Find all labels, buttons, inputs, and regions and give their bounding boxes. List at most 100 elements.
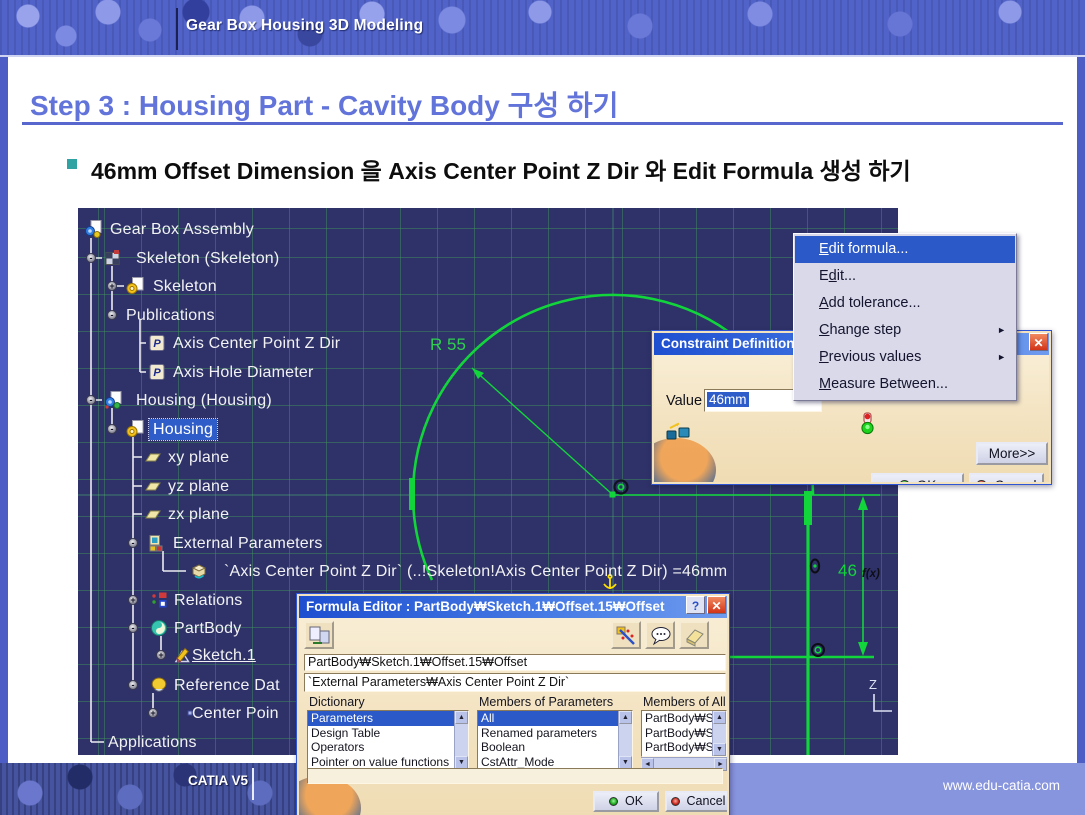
footer-brand: CATIA V5 [188, 773, 248, 788]
slide: Gear Box Housing 3D Modeling Step 3 : Ho… [0, 0, 1085, 815]
right-border [1077, 0, 1085, 763]
tree-item[interactable]: Gear Box Assembly [110, 219, 254, 240]
tree-item[interactable]: Applications [108, 732, 197, 753]
partbody-icon [150, 619, 168, 637]
help-icon[interactable]: ? [686, 596, 705, 614]
collapse-icon[interactable]: - [128, 623, 138, 633]
expand-icon[interactable]: + [156, 650, 166, 660]
list-item[interactable]: Boolean [478, 740, 632, 755]
tree-item[interactable]: PartBody [174, 618, 241, 639]
close-icon[interactable]: ✕ [707, 596, 726, 614]
collapse-icon[interactable]: - [86, 253, 96, 263]
vertical-scrollbar[interactable]: ▲▼ [712, 711, 726, 756]
collapse-icon[interactable]: - [128, 538, 138, 548]
tree-item[interactable]: zx plane [168, 504, 229, 525]
menu-item-add-tolerance[interactable]: Add tolerance... [795, 290, 1015, 317]
sketch-icon [173, 646, 191, 664]
menu-item-measure-between[interactable]: Measure Between... [795, 371, 1015, 398]
param-icon: P [148, 363, 166, 381]
tree-item[interactable]: Sketch.1 [192, 645, 256, 666]
tree-item[interactable]: Axis Center Point Z Dir [173, 333, 340, 354]
tree-item[interactable]: Reference Dat [174, 675, 280, 696]
language-bubble-icon[interactable] [645, 621, 675, 649]
cancel-button[interactable]: Cancel [665, 791, 727, 812]
tree-item[interactable]: Housing (Housing) [136, 390, 272, 411]
list-item[interactable]: Renamed parameters [478, 726, 632, 741]
tree-item[interactable]: Publications [126, 305, 215, 326]
menu-item-previous-values[interactable]: Previous values► [795, 344, 1015, 371]
product-icon [84, 220, 102, 238]
tree-item[interactable]: Center Poin [192, 703, 279, 724]
submenu-arrow-icon: ► [997, 317, 1006, 344]
vertical-scrollbar[interactable]: ▲▼ [454, 711, 468, 769]
tree-item[interactable]: Skeleton [153, 276, 217, 297]
list-item[interactable]: CstAttr_Mode [478, 755, 632, 770]
submenu-arrow-icon: ► [997, 344, 1006, 371]
menu-item-edit-formula[interactable]: Edit formula... [795, 236, 1015, 263]
collapse-icon[interactable]: - [128, 680, 138, 690]
top-banner: Gear Box Housing 3D Modeling [0, 0, 1085, 57]
tree-item[interactable]: yz plane [168, 476, 229, 497]
collapse-icon[interactable]: - [86, 395, 96, 405]
list-item[interactable]: Parameters [308, 711, 468, 726]
svg-text:P: P [153, 367, 161, 379]
ok-button[interactable]: OK [593, 791, 659, 812]
left-border [0, 0, 8, 763]
extparam-icon [190, 562, 208, 580]
footer-divider [252, 768, 254, 800]
ok-ball-icon [609, 797, 618, 806]
result-field[interactable] [307, 768, 723, 784]
value-label: Value [666, 393, 702, 409]
tree-item[interactable]: xy plane [168, 447, 229, 468]
dialog-title: Formula Editor : PartBody₩Sketch.1₩Offse… [299, 596, 727, 618]
status-light-icon [859, 411, 875, 442]
footer-website[interactable]: www.edu-catia.com [943, 778, 1060, 793]
wizard-icon[interactable] [611, 621, 641, 649]
tree-item[interactable]: Relations [174, 590, 243, 611]
tree-item[interactable]: Skeleton (Skeleton) [136, 248, 279, 269]
import-icon[interactable] [304, 621, 334, 649]
list-members-of-all[interactable]: PartBody₩SkPartBody₩SkPartBody₩Sk▲▼ [641, 710, 727, 757]
list-item[interactable]: Pointer on value functions [308, 755, 468, 770]
ok-button[interactable]: OK [871, 473, 964, 482]
plane-icon [144, 448, 162, 466]
scroll-up-icon[interactable]: ▲ [455, 711, 468, 724]
expand-icon[interactable]: + [107, 281, 117, 291]
expand-icon[interactable]: + [128, 595, 138, 605]
svg-text:P: P [153, 338, 161, 350]
scroll-up-icon[interactable]: ▲ [713, 711, 726, 724]
menu-item-change-step[interactable]: Change step► [795, 317, 1015, 344]
scroll-down-icon[interactable]: ▼ [713, 743, 726, 756]
component-icon [104, 249, 122, 267]
column-header: Dictionary [309, 695, 365, 709]
scroll-up-icon[interactable]: ▲ [619, 711, 632, 724]
title-underline [22, 122, 1063, 125]
list-item[interactable]: Design Table [308, 726, 468, 741]
tree-item[interactable]: External Parameters [173, 533, 323, 554]
more-button[interactable]: More>> [976, 442, 1048, 465]
menu-item-edit[interactable]: Edit... [795, 263, 1015, 290]
list-members-of-parameters[interactable]: AllRenamed parametersBooleanCstAttr_Mode… [477, 710, 633, 770]
formula-field[interactable]: `External Parameters₩Axis Center Point Z… [304, 673, 726, 692]
column-header: Members of All [643, 695, 726, 709]
banner-title: Gear Box Housing 3D Modeling [186, 17, 423, 35]
cancel-button[interactable]: Cancel [969, 473, 1044, 482]
collapse-icon[interactable]: - [107, 424, 117, 434]
list-item[interactable]: Operators [308, 740, 468, 755]
page-title: Step 3 : Housing Part - Cavity Body 구성 하… [30, 84, 618, 124]
expand-icon[interactable]: + [148, 708, 158, 718]
tree-item[interactable]: Housing [149, 419, 217, 440]
expression-field[interactable]: PartBody₩Sketch.1₩Offset.15₩Offset [304, 654, 726, 671]
list-dictionary[interactable]: ParametersDesign TableOperatorsPointer o… [307, 710, 469, 770]
collapse-icon[interactable]: - [107, 310, 117, 320]
column-header: Members of Parameters [479, 695, 613, 709]
bullet-text: 46mm Offset Dimension 을 Axis Center Poin… [91, 152, 911, 186]
bullet-marker [67, 159, 77, 169]
context-menu: Edit formula...Edit...Add tolerance...Ch… [793, 233, 1017, 401]
vertical-scrollbar[interactable]: ▲▼ [618, 711, 632, 769]
tree-item[interactable]: `Axis Center Point Z Dir` (..!Skeleton!A… [224, 561, 727, 582]
close-icon[interactable]: ✕ [1029, 333, 1048, 351]
eraser-icon[interactable] [679, 621, 709, 649]
tree-item[interactable]: Axis Hole Diameter [173, 362, 314, 383]
list-item[interactable]: All [478, 711, 632, 726]
